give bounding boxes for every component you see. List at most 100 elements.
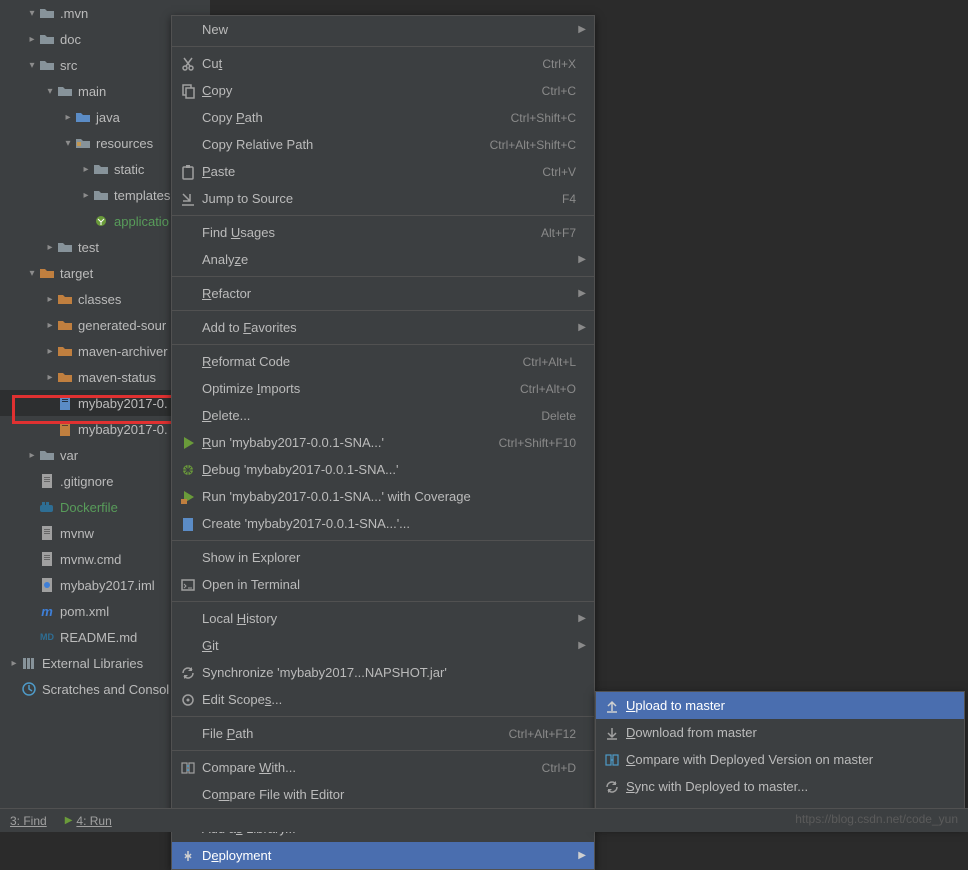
chevron-right-icon[interactable]: ▸ [44, 294, 56, 305]
chevron-right-icon[interactable]: ▸ [44, 372, 56, 383]
lib-icon [20, 655, 38, 671]
chevron-down-icon[interactable]: ▾ [62, 138, 74, 149]
blank-icon [178, 638, 198, 654]
chevron-right-icon[interactable]: ▸ [26, 34, 38, 45]
menu-item-optimize-imports[interactable]: Optimize ImportsCtrl+Alt+O [172, 375, 594, 402]
chevron-down-icon[interactable]: ▾ [26, 60, 38, 71]
menu-item-edit-scopes[interactable]: Edit Scopes... [172, 686, 594, 713]
menu-item-run-mybaby2017-0-0-1-sna-with-coverage[interactable]: Run 'mybaby2017-0.0.1-SNA...' with Cover… [172, 483, 594, 510]
chevron-right-icon[interactable]: ▸ [80, 190, 92, 201]
status-find[interactable]: 3: Find [10, 814, 47, 828]
menu-item-find-usages[interactable]: Find UsagesAlt+F7 [172, 219, 594, 246]
menu-item-debug-mybaby2017-0-0-1-sna[interactable]: Debug 'mybaby2017-0.0.1-SNA...' [172, 456, 594, 483]
chevron-right-icon[interactable]: ▸ [62, 112, 74, 123]
tree-item-label: static [114, 162, 144, 177]
submenu-item-upload-to-master[interactable]: Upload to master [596, 692, 964, 719]
menu-item-refactor[interactable]: Refactor▶ [172, 280, 594, 307]
submenu-item-compare-with-deployed-version-on-master[interactable]: Compare with Deployed Version on master [596, 746, 964, 773]
menu-item-new[interactable]: New▶ [172, 16, 594, 43]
chevron-down-icon[interactable]: ▾ [26, 8, 38, 19]
tree-item-label: test [78, 240, 99, 255]
menu-item-label: Find Usages [202, 225, 541, 240]
menu-item-open-in-terminal[interactable]: Open in Terminal [172, 571, 594, 598]
menu-item-local-history[interactable]: Local History▶ [172, 605, 594, 632]
folder-icon [56, 83, 74, 99]
tree-item-label: External Libraries [42, 656, 143, 671]
menu-item-file-path[interactable]: File PathCtrl+Alt+F12 [172, 720, 594, 747]
folder-icon [38, 5, 56, 21]
menu-item-copy[interactable]: CopyCtrl+C [172, 77, 594, 104]
blank-icon [178, 252, 198, 268]
menu-item-create-mybaby2017-0-0-1-sna[interactable]: Create 'mybaby2017-0.0.1-SNA...'... [172, 510, 594, 537]
upload-icon [602, 698, 622, 714]
menu-item-analyze[interactable]: Analyze▶ [172, 246, 594, 273]
menu-item-shortcut: Ctrl+Shift+C [511, 111, 576, 125]
menu-item-run-mybaby2017-0-0-1-sna[interactable]: Run 'mybaby2017-0.0.1-SNA...'Ctrl+Shift+… [172, 429, 594, 456]
menu-item-compare-file-with-editor[interactable]: Compare File with Editor [172, 781, 594, 808]
scratch-icon [20, 681, 38, 697]
menu-item-label: Copy Path [202, 110, 511, 125]
menu-item-reformat-code[interactable]: Reformat CodeCtrl+Alt+L [172, 348, 594, 375]
submenu-item-download-from-master[interactable]: Download from master [596, 719, 964, 746]
chevron-right-icon[interactable]: ▸ [44, 320, 56, 331]
scope-icon [178, 692, 198, 708]
jar-new-icon [178, 516, 198, 532]
menu-item-delete[interactable]: Delete...Delete [172, 402, 594, 429]
menu-item-deployment[interactable]: Deployment▶ [172, 842, 594, 869]
menu-separator [172, 716, 594, 717]
menu-item-label: Git [202, 638, 576, 653]
folder-icon [92, 187, 110, 203]
menu-item-label: Create 'mybaby2017-0.0.1-SNA...'... [202, 516, 576, 531]
blank-icon [178, 110, 198, 126]
submenu-item-label: Compare with Deployed Version on master [626, 752, 952, 767]
folder-orange-icon [38, 265, 56, 281]
menu-separator [172, 540, 594, 541]
menu-item-copy-relative-path[interactable]: Copy Relative PathCtrl+Alt+Shift+C [172, 131, 594, 158]
menu-item-label: Debug 'mybaby2017-0.0.1-SNA...' [202, 462, 576, 477]
blank-icon [178, 611, 198, 627]
folder-icon [38, 31, 56, 47]
chevron-right-icon[interactable]: ▸ [26, 450, 38, 461]
submenu-item-sync-with-deployed-to-master[interactable]: Sync with Deployed to master... [596, 773, 964, 800]
folder-icon [56, 239, 74, 255]
menu-item-label: Run 'mybaby2017-0.0.1-SNA...' with Cover… [202, 489, 576, 504]
menu-item-label: Reformat Code [202, 354, 523, 369]
folder-orange-icon [56, 291, 74, 307]
sync-icon [178, 665, 198, 681]
chevron-right-icon[interactable]: ▸ [44, 242, 56, 253]
chevron-down-icon[interactable]: ▾ [44, 86, 56, 97]
status-run[interactable]: ▶4: Run [65, 814, 112, 828]
chevron-right-icon[interactable]: ▸ [44, 346, 56, 357]
tree-item-label: resources [96, 136, 153, 151]
menu-item-compare-with[interactable]: Compare With...Ctrl+D [172, 754, 594, 781]
menu-item-shortcut: Ctrl+Alt+F12 [509, 727, 576, 741]
menu-item-shortcut: F4 [562, 192, 576, 206]
tree-item-label: classes [78, 292, 121, 307]
paste-icon [178, 164, 198, 180]
menu-item-label: Compare File with Editor [202, 787, 576, 802]
menu-item-shortcut: Ctrl+C [542, 84, 576, 98]
menu-item-add-to-favorites[interactable]: Add to Favorites▶ [172, 314, 594, 341]
menu-item-jump-to-source[interactable]: Jump to SourceF4 [172, 185, 594, 212]
diff-icon [178, 760, 198, 776]
menu-item-git[interactable]: Git▶ [172, 632, 594, 659]
menu-item-cut[interactable]: CutCtrl+X [172, 50, 594, 77]
menu-separator [172, 215, 594, 216]
chevron-right-icon[interactable]: ▸ [80, 164, 92, 175]
menu-item-shortcut: Ctrl+V [542, 165, 576, 179]
menu-item-paste[interactable]: PasteCtrl+V [172, 158, 594, 185]
chevron-down-icon[interactable]: ▾ [26, 268, 38, 279]
blank-icon [178, 550, 198, 566]
tree-item-label: main [78, 84, 106, 99]
play-icon: ▶ [65, 815, 73, 826]
file-icon [38, 551, 56, 567]
menu-item-shortcut: Ctrl+X [542, 57, 576, 71]
menu-item-label: Deployment [202, 848, 576, 863]
chevron-right-icon[interactable]: ▸ [8, 658, 20, 669]
menu-item-show-in-explorer[interactable]: Show in Explorer [172, 544, 594, 571]
menu-item-copy-path[interactable]: Copy PathCtrl+Shift+C [172, 104, 594, 131]
submenu-item-label: Upload to master [626, 698, 952, 713]
cut-icon [178, 56, 198, 72]
folder-icon [38, 447, 56, 463]
menu-item-synchronize-mybaby2017-napshot-jar[interactable]: Synchronize 'mybaby2017...NAPSHOT.jar' [172, 659, 594, 686]
